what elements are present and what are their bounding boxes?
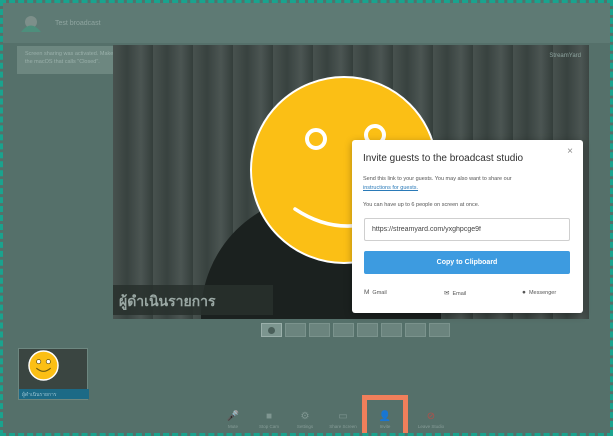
monitor-icon: ▭ — [338, 411, 348, 422]
stop-cam-button[interactable]: ■ Stop Cam — [251, 411, 287, 433]
settings-label: Settings — [296, 424, 314, 429]
leave-studio-label: Leave Studio — [417, 424, 445, 429]
messenger-label: Messenger — [528, 290, 557, 296]
small-smiley-icon — [28, 350, 59, 381]
close-icon[interactable]: × — [567, 146, 573, 157]
dialog-title: Invite guests to the broadcast studio — [363, 153, 524, 164]
microphone-icon: 🎤 — [226, 411, 240, 422]
layout-screen-button[interactable] — [405, 323, 426, 337]
messenger-icon: ● — [522, 289, 526, 296]
share-messenger-button[interactable]: ● Messenger — [522, 289, 556, 296]
share-screen-button[interactable]: ▭ Share Screen — [325, 411, 361, 433]
stop-cam-label: Stop Cam — [258, 424, 279, 429]
share-screen-label: Share Screen — [329, 424, 357, 429]
layout-split-button[interactable] — [333, 323, 354, 337]
broadcast-title: Test broadcast — [55, 20, 101, 27]
layout-leader-button[interactable] — [309, 323, 330, 337]
share-gmail-button[interactable]: M Gmail — [364, 289, 387, 296]
gear-icon: ⚙ — [300, 411, 310, 422]
name-overlay: ผู้ดำเนินรายการ — [113, 285, 273, 315]
settings-button[interactable]: ⚙ Settings — [287, 411, 323, 433]
dialog-description-text: Send this link to your guests. You may a… — [363, 176, 512, 182]
person-icon — [268, 327, 275, 334]
invite-link-field[interactable] — [364, 218, 570, 241]
copy-to-clipboard-button[interactable]: Copy to Clipboard — [364, 251, 570, 274]
invite-highlight — [362, 395, 408, 433]
share-options: M Gmail ✉ Email ● Messenger — [364, 289, 570, 301]
invite-dialog: × Invite guests to the broadcast studio … — [352, 140, 583, 313]
stage-logo: StreamYard — [549, 53, 581, 59]
layout-blank-button[interactable] — [429, 323, 450, 337]
envelope-icon: ✉ — [444, 290, 450, 297]
leave-studio-button[interactable]: ⊘ Leave Studio — [413, 411, 449, 433]
dialog-description: Send this link to your guests. You may a… — [363, 175, 573, 193]
leave-icon: ⊘ — [426, 411, 436, 422]
screenshot-frame: Test broadcast Screen sharing was activa… — [0, 0, 613, 436]
layout-group-button[interactable] — [285, 323, 306, 337]
layout-selector — [261, 323, 450, 339]
gmail-label: Gmail — [372, 290, 387, 296]
mute-label: Mute — [227, 424, 238, 429]
top-bar: Test broadcast — [3, 3, 610, 43]
share-email-button[interactable]: ✉ Email — [444, 289, 466, 297]
layout-side-button[interactable] — [381, 323, 402, 337]
camera-icon: ■ — [265, 411, 273, 422]
app-logo-icon — [21, 16, 41, 32]
layout-pip-button[interactable] — [357, 323, 378, 337]
email-label: Email — [452, 291, 467, 297]
mute-button[interactable]: 🎤 Mute — [215, 411, 251, 433]
guest-name-label: ผู้ดำเนินรายการ — [19, 389, 89, 399]
guest-instructions-link[interactable]: instructions for guests. — [363, 185, 418, 191]
layout-single-button[interactable] — [261, 323, 282, 337]
guest-limit-text: You can have up to 6 people on screen at… — [363, 202, 480, 208]
gmail-icon: M — [364, 289, 370, 296]
